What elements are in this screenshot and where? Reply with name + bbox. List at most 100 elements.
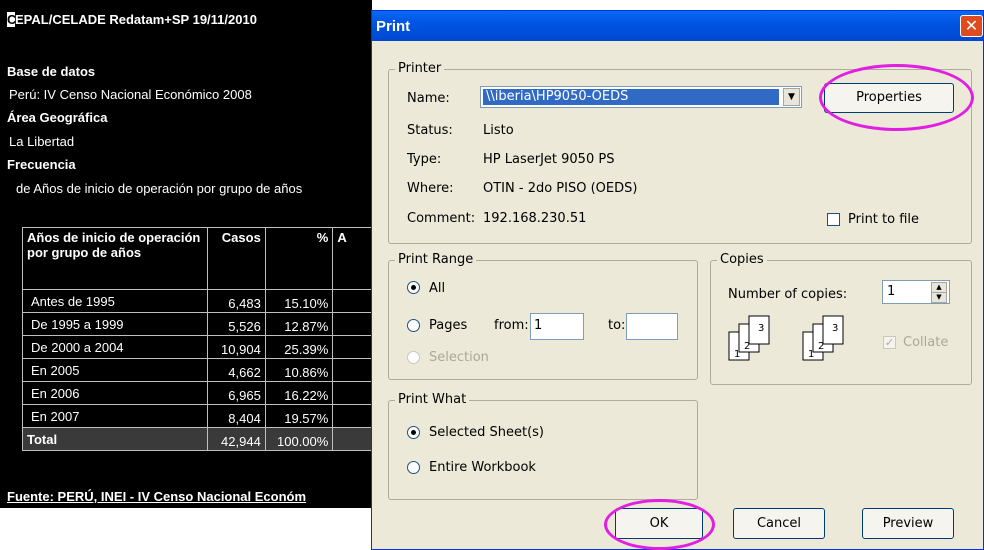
close-button[interactable]: ✕: [960, 15, 983, 37]
collate-label[interactable]: Collate: [903, 335, 948, 350]
printer-group-legend: Printer: [395, 61, 445, 76]
frequency-heading: Frecuencia: [7, 157, 76, 172]
total-cases: 42,944: [207, 427, 266, 451]
row-label: En 2006: [21, 381, 209, 405]
where-label: Where:: [407, 181, 454, 196]
total-label: Total: [21, 427, 209, 451]
status-label: Status:: [407, 123, 453, 138]
print-dialog: Print ✕ Printer Name: \\iberia\HP9050-OE…: [371, 10, 984, 550]
table-row: De 2000 a 2004 10,904 25.39%: [21, 335, 372, 359]
row-percent: 19.57%: [264, 404, 334, 428]
properties-button[interactable]: Properties: [824, 83, 954, 113]
row-cut-cell: [332, 358, 372, 382]
row-cut-cell: [332, 404, 372, 428]
ok-button[interactable]: OK: [615, 508, 703, 539]
row-label: Antes de 1995: [21, 289, 209, 313]
range-all-radio[interactable]: [407, 281, 420, 294]
report-title-text: EPAL/CELADE Redatam+SP 19/11/2010: [15, 12, 257, 27]
table-row: De 1995 a 1999 5,526 12.87%: [21, 312, 372, 336]
row-cut-cell: [332, 312, 372, 336]
row-cases: 6,965: [207, 381, 266, 405]
chevron-down-icon[interactable]: ▼: [783, 88, 800, 106]
row-label: En 2007: [21, 404, 209, 428]
row-cut-cell: [332, 381, 372, 405]
row-cases: 6,483: [207, 289, 266, 313]
database-heading: Base de datos: [7, 64, 96, 79]
range-to-input[interactable]: [626, 313, 678, 340]
row-percent: 16.22%: [264, 381, 334, 405]
spin-down-icon[interactable]: ▼: [931, 292, 947, 303]
total-cut-cell: [332, 427, 372, 451]
print-what-legend: Print What: [395, 392, 470, 407]
table-header-row: Años de inicio de operación por grupo de…: [21, 227, 372, 290]
report-sheet: CEPAL/CELADE Redatam+SP 19/11/2010 Base …: [0, 0, 372, 508]
where-value: OTIN - 2do PISO (OEDS): [483, 181, 638, 196]
print-to-file-checkbox[interactable]: [827, 213, 840, 226]
copies-legend: Copies: [717, 252, 767, 267]
column-header-cut: A: [332, 227, 372, 290]
range-pages-label[interactable]: Pages: [429, 318, 467, 333]
column-header-label: Años de inicio de operación por grupo de…: [21, 227, 209, 290]
number-of-copies-label: Number of copies:: [728, 287, 848, 302]
entire-workbook-label[interactable]: Entire Workbook: [429, 460, 536, 475]
row-cut-cell: [332, 335, 372, 359]
text-cursor: C: [7, 12, 17, 27]
row-percent: 12.87%: [264, 312, 334, 336]
area-value: La Libertad: [9, 134, 75, 149]
database-value: Perú: IV Censo Nacional Económico 2008: [9, 87, 252, 102]
selected-sheets-label[interactable]: Selected Sheet(s): [429, 425, 544, 440]
report-title: CEPAL/CELADE Redatam+SP 19/11/2010: [7, 12, 257, 27]
range-all-label[interactable]: All: [429, 281, 445, 296]
page-stack-2-icon: 1 2 3: [802, 315, 844, 361]
source-footer: Fuente: PERÚ, INEI - IV Censo Nacional E…: [7, 489, 307, 504]
table-row: En 2007 8,404 19.57%: [21, 404, 372, 428]
range-selection-radio[interactable]: [407, 351, 420, 364]
row-cut-cell: [332, 289, 372, 313]
svg-text:1: 1: [734, 349, 740, 360]
total-percent: 100.00%: [264, 427, 334, 451]
table-total-row: Total 42,944 100.00%: [21, 427, 372, 451]
status-value: Listo: [483, 123, 514, 138]
print-what-group: Print What: [388, 392, 698, 500]
dialog-titlebar[interactable]: Print ✕: [372, 11, 983, 41]
preview-button[interactable]: Preview: [862, 508, 954, 539]
row-cases: 10,904: [207, 335, 266, 359]
range-from-input[interactable]: 1: [530, 313, 584, 340]
print-range-legend: Print Range: [395, 252, 477, 267]
row-percent: 10.86%: [264, 358, 334, 382]
collate-illustration-icon: 1 2 3: [728, 315, 770, 361]
printer-name-label: Name:: [407, 91, 450, 106]
frequency-value: de Años de inicio de operación por grupo…: [16, 181, 303, 196]
row-label: De 1995 a 1999: [21, 312, 209, 336]
row-percent: 15.10%: [264, 289, 334, 313]
range-from-label: from:: [494, 318, 529, 333]
column-header-cases: Casos: [207, 227, 266, 290]
svg-text:3: 3: [758, 323, 764, 334]
selected-sheets-radio[interactable]: [407, 426, 420, 439]
table-row: En 2006 6,965 16.22%: [21, 381, 372, 405]
range-to-label: to:: [608, 318, 626, 333]
svg-text:3: 3: [832, 323, 838, 334]
row-label: De 2000 a 2004: [21, 335, 209, 359]
range-pages-radio[interactable]: [407, 319, 420, 332]
cancel-button[interactable]: Cancel: [733, 508, 825, 539]
row-cases: 5,526: [207, 312, 266, 336]
frequency-table: Años de inicio de operación por grupo de…: [21, 227, 372, 451]
table-row: En 2005 4,662 10.86%: [21, 358, 372, 382]
svg-text:2: 2: [744, 341, 750, 352]
range-selection-label[interactable]: Selection: [429, 350, 489, 365]
row-cases: 4,662: [207, 358, 266, 382]
collate-checkbox[interactable]: ✓: [883, 336, 896, 349]
svg-text:2: 2: [818, 341, 824, 352]
table-row: Antes de 1995 6,483 15.10%: [21, 289, 372, 313]
area-heading: Área Geográfica: [7, 110, 108, 125]
entire-workbook-radio[interactable]: [407, 461, 420, 474]
printer-name-dropdown[interactable]: \\iberia\HP9050-OEDS ▼: [480, 86, 802, 108]
type-value: HP LaserJet 9050 PS: [483, 152, 615, 167]
column-header-percent: %: [264, 227, 334, 290]
row-label: En 2005: [21, 358, 209, 382]
dialog-title: Print: [376, 18, 411, 35]
print-to-file-label[interactable]: Print to file: [848, 212, 919, 227]
comment-value: 192.168.230.51: [483, 211, 587, 226]
svg-text:1: 1: [808, 349, 814, 360]
